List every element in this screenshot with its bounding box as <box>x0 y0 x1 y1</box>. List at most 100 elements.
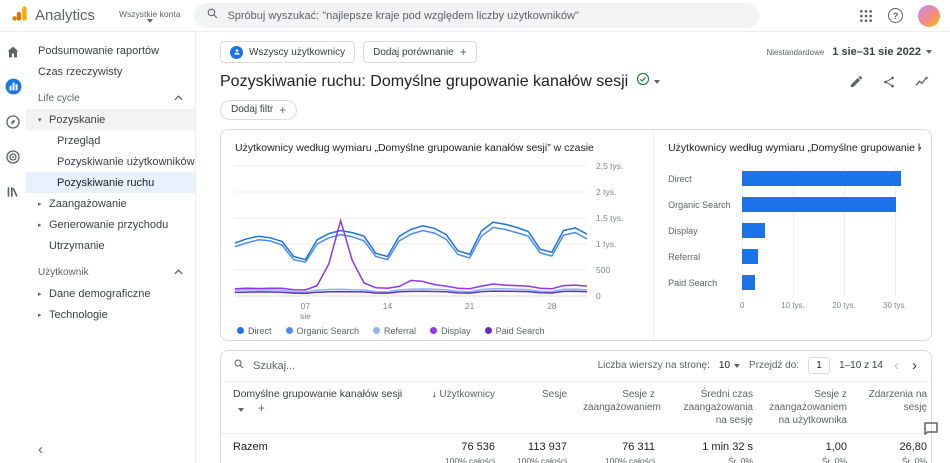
table-search-icon <box>233 358 245 373</box>
svg-text:1 tys.: 1 tys. <box>596 239 616 249</box>
sidebar-item-realtime[interactable]: Czas rzeczywisty <box>26 61 195 82</box>
rail-home[interactable] <box>3 44 23 64</box>
chevron-up-icon <box>174 267 183 278</box>
tree-collapsed-icon: ▸ <box>38 221 42 229</box>
tree-collapsed-icon: ▸ <box>38 200 42 208</box>
column-header-sessions[interactable]: Sesje <box>505 380 577 434</box>
svg-text:21: 21 <box>465 301 475 311</box>
column-header-events-per-session[interactable]: Zdarzenia na sesję <box>857 380 931 434</box>
chevron-down-icon <box>238 408 244 413</box>
help-button[interactable]: ? <box>888 8 903 23</box>
google-apps-button[interactable] <box>859 9 873 23</box>
analytics-logo[interactable]: Analytics <box>10 4 95 28</box>
feedback-button[interactable] <box>922 420 940 443</box>
totals-row: Razem 76 536 100% całości 113 937 100% cał… <box>233 440 927 463</box>
legend-item-display[interactable]: Display <box>430 326 471 336</box>
bar-rows: Direct Organic Search Display Referral Paid … <box>668 166 921 296</box>
tree-collapsed-icon: ▸ <box>38 290 42 298</box>
column-header-engaged-sessions-per-user[interactable]: Sesje z zaangażowaniem na użytkownika <box>763 380 857 434</box>
left-icon-rail <box>0 32 26 463</box>
account-switcher[interactable]: Wszystkie konta <box>119 9 180 23</box>
sidebar-item-pozyskanie[interactable]: ▾ Pozyskanie <box>26 109 195 130</box>
add-filter-button[interactable]: Dodaj filtr + <box>220 99 298 120</box>
svg-text:28: 28 <box>547 301 557 311</box>
chat-bubble-icon <box>924 422 938 435</box>
plus-icon: + <box>279 102 287 117</box>
bar-chart[interactable]: Direct Organic Search Display Referral Paid … <box>668 165 921 316</box>
share-button[interactable] <box>882 75 896 89</box>
rows-per-page-label: Liczba wierszy na stronę: <box>597 360 710 371</box>
advertising-icon <box>5 149 21 170</box>
rail-reports-selected[interactable] <box>3 77 23 101</box>
svg-text:1,5 tys.: 1,5 tys. <box>596 213 623 223</box>
column-header-avg-engagement-time[interactable]: Średni czas zaangażowania na sesję <box>665 380 763 434</box>
rail-explore[interactable] <box>3 114 23 134</box>
search-bar[interactable] <box>194 3 760 28</box>
apps-grid-icon <box>860 9 872 22</box>
data-quality-button[interactable] <box>636 72 661 91</box>
all-users-icon <box>230 45 243 59</box>
bar-chart-panel: Użytkownicy według wymiaru „Domyślne gru… <box>654 130 931 340</box>
customize-report-button[interactable] <box>849 74 864 89</box>
sidebar-item-pozyskiwanie-ruchu[interactable]: Pozyskiwanie ruchu <box>26 172 195 193</box>
rail-advertising[interactable] <box>3 149 23 169</box>
chevron-down-icon <box>734 363 741 368</box>
legend-item-organic-search[interactable]: Organic Search <box>285 326 359 336</box>
library-icon <box>5 184 21 205</box>
svg-text:0: 0 <box>596 291 601 301</box>
next-page-button[interactable]: › <box>910 358 919 373</box>
audience-chip[interactable]: Wszyscy użytkownicy <box>220 41 356 63</box>
analytics-logo-icon <box>10 4 29 28</box>
chart-legend: Direct Organic Search Referral Display P… <box>235 326 649 336</box>
section-life-cycle[interactable]: Life cycle <box>26 82 195 109</box>
rows-per-page-select[interactable]: 10 <box>719 360 741 371</box>
search-icon <box>206 7 219 25</box>
traffic-acquisition-table: Domyślne grupowanie kanałów sesji+ ↓ Uży… <box>221 380 931 463</box>
rail-library[interactable] <box>3 184 23 204</box>
table-search-input[interactable]: Szukaj... <box>253 360 295 372</box>
legend-item-direct[interactable]: Direct <box>237 326 272 336</box>
home-icon <box>5 44 21 65</box>
sidebar-item-przeglad[interactable]: Przegląd <box>26 130 195 151</box>
insights-button[interactable] <box>914 74 930 90</box>
add-comparison-button[interactable]: Dodaj porównanie + <box>363 41 477 63</box>
date-range-picker[interactable]: 1 sie–31 sie 2022 <box>832 46 932 58</box>
column-header-engaged-sessions[interactable]: Sesje z zaangażowaniem <box>577 380 665 434</box>
collapse-nav-button[interactable]: ‹ <box>38 442 43 457</box>
reports-icon <box>4 77 23 101</box>
svg-text:500: 500 <box>596 265 610 275</box>
charts-card: Użytkownicy według wymiaru „Domyślne gru… <box>220 128 932 341</box>
sidebar-item-pozyskiwanie-uzytkownikow[interactable]: Pozyskiwanie użytkowników <box>26 151 195 172</box>
chevron-down-icon <box>654 79 661 84</box>
sidebar-item-utrzymanie[interactable]: Utrzymanie <box>26 235 195 256</box>
legend-item-paid-search[interactable]: Paid Search <box>484 326 545 336</box>
legend-item-referral[interactable]: Referral <box>373 326 416 336</box>
reports-side-nav: Podsumowanie raportów Czas rzeczywisty L… <box>26 32 196 463</box>
tree-expanded-icon: ▾ <box>38 116 42 124</box>
app-title: Analytics <box>35 7 96 24</box>
goto-page-label: Przejdź do: <box>749 360 800 371</box>
sidebar-item-generowanie-przychodu[interactable]: ▸ Generowanie przychodu <box>26 214 195 235</box>
legend-dot <box>285 327 293 334</box>
explore-icon <box>5 114 21 135</box>
section-uzytkownik[interactable]: Użytkownik <box>26 256 195 283</box>
sidebar-item-reports-snapshot[interactable]: Podsumowanie raportów <box>26 40 195 61</box>
svg-text:07: 07 <box>301 301 311 311</box>
sidebar-item-dane-demograficzne[interactable]: ▸ Dane demograficzne <box>26 283 195 304</box>
top-bar: Analytics Wszystkie konta ? <box>0 0 950 32</box>
chevron-up-icon <box>174 93 183 104</box>
column-header-users[interactable]: ↓ Użytkownicy <box>417 380 505 434</box>
line-chart-panel: Użytkownicy według wymiaru „Domyślne gru… <box>221 129 655 340</box>
line-chart-svg[interactable]: 0 500 1 tys. 1,5 tys. 2 tys. 2,5 tys. 07sie 14 2… <box>235 158 635 320</box>
data-table-card: Szukaj... Liczba wierszy na stronę: 10 P… <box>220 349 932 463</box>
user-avatar[interactable] <box>918 4 940 27</box>
add-dimension-button[interactable]: + <box>258 401 265 415</box>
sidebar-item-technologie[interactable]: ▸ Technologie <box>26 304 195 325</box>
dimension-column-header[interactable]: Domyślne grupowanie kanałów sesji+ <box>221 380 417 434</box>
sidebar-item-zaangazowanie[interactable]: ▸ Zaangażowanie <box>26 193 195 214</box>
search-input[interactable] <box>227 9 748 22</box>
pencil-icon <box>850 75 863 88</box>
goto-page-input[interactable]: 1 <box>808 357 831 374</box>
previous-page-button[interactable]: ‹ <box>892 358 901 373</box>
insights-icon <box>915 75 929 86</box>
